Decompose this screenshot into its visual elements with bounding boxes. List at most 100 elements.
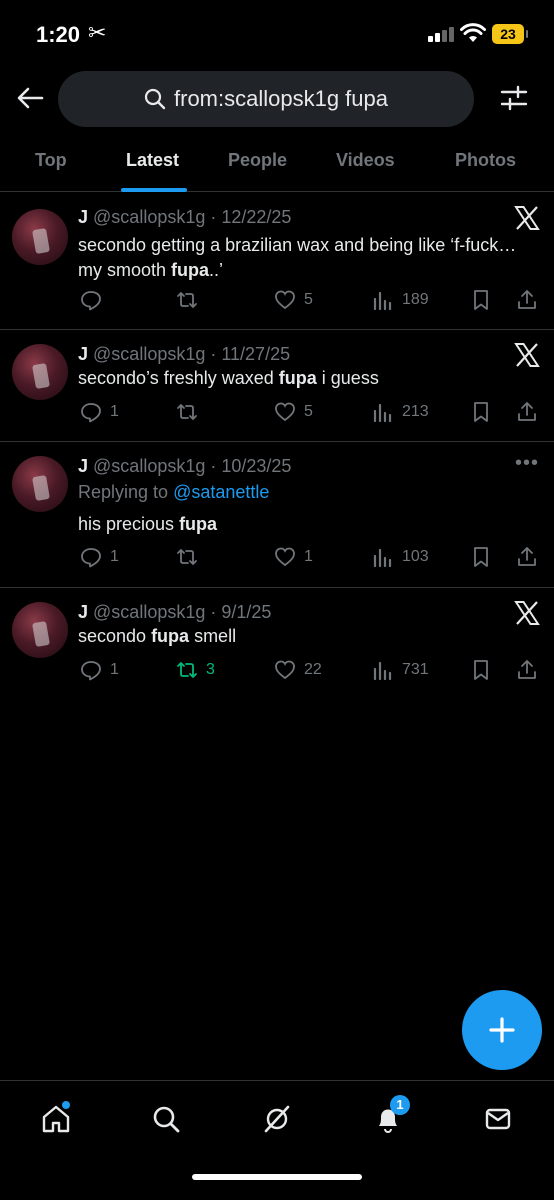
retweet-button[interactable] xyxy=(176,398,206,426)
search-input[interactable]: from:scallopsk1g fupa xyxy=(58,71,474,127)
plus-icon xyxy=(489,1017,515,1043)
share-button[interactable] xyxy=(516,656,538,684)
like-button[interactable]: 5 xyxy=(274,286,313,314)
tweet-actions: 1 3 22 731 xyxy=(0,656,554,684)
notification-badge: 1 xyxy=(390,1095,410,1115)
tweet[interactable]: J @scallopsk1g · 12/22/25 secondo gettin… xyxy=(0,193,554,330)
share-button[interactable] xyxy=(516,543,538,571)
author-name[interactable]: J xyxy=(78,207,88,227)
retweet-icon xyxy=(177,404,197,420)
tweet-date[interactable]: 11/27/25 xyxy=(221,344,290,364)
x-logo-icon[interactable] xyxy=(514,342,540,368)
author-handle[interactable]: @scallopsk1g xyxy=(93,344,205,364)
reply-icon xyxy=(81,548,101,568)
reply-mention-link[interactable]: @satanettle xyxy=(173,482,269,502)
reply-button[interactable]: 1 xyxy=(80,398,119,426)
retweet-icon xyxy=(177,292,197,308)
replying-to: Replying to @satanettle xyxy=(78,482,270,502)
x-logo-icon[interactable] xyxy=(514,600,540,626)
bookmark-icon xyxy=(474,402,488,422)
like-button[interactable]: 5 xyxy=(274,398,313,426)
reply-button[interactable] xyxy=(80,286,110,314)
share-button[interactable] xyxy=(516,286,538,314)
retweet-button[interactable] xyxy=(176,543,206,571)
author-handle[interactable]: @scallopsk1g xyxy=(93,207,205,227)
views-button[interactable]: 189 xyxy=(372,286,429,314)
author-handle[interactable]: @scallopsk1g xyxy=(93,602,205,622)
share-icon xyxy=(518,547,536,566)
views-chart-icon xyxy=(373,403,392,423)
retweet-icon xyxy=(177,549,197,565)
tweet[interactable]: J @scallopsk1g · 9/1/25 secondo fupa sme… xyxy=(0,588,554,694)
grok-icon xyxy=(264,1105,290,1133)
share-button[interactable] xyxy=(516,398,538,426)
tweet-header: J @scallopsk1g · 9/1/25 xyxy=(78,602,272,622)
tweet-actions: 1 1 103 xyxy=(0,543,554,571)
tweet-date[interactable]: 12/22/25 xyxy=(221,207,291,227)
tab-videos[interactable]: Videos xyxy=(336,150,395,171)
status-bar: 1:20 ✂ 23 xyxy=(0,0,554,64)
retweet-button[interactable] xyxy=(176,286,206,314)
tweet-header: J @scallopsk1g · 11/27/25 xyxy=(78,344,291,364)
battery-icon: 23 xyxy=(492,24,528,44)
more-options-icon[interactable]: ••• xyxy=(515,452,539,475)
tab-people[interactable]: People xyxy=(228,150,287,171)
author-name[interactable]: J xyxy=(78,344,88,364)
tab-top[interactable]: Top xyxy=(35,150,67,171)
status-time: 1:20 xyxy=(36,22,81,47)
wifi-icon xyxy=(460,23,486,42)
bookmark-button[interactable] xyxy=(470,398,492,426)
sliders-icon xyxy=(500,85,528,111)
like-button[interactable]: 1 xyxy=(274,543,313,571)
views-chart-icon xyxy=(373,548,392,568)
retweet-icon xyxy=(177,662,197,678)
compose-post-button[interactable] xyxy=(462,990,542,1070)
view-count: 731 xyxy=(402,661,429,678)
views-button[interactable]: 103 xyxy=(372,543,429,571)
tab-photos[interactable]: Photos xyxy=(455,150,516,171)
avatar[interactable] xyxy=(12,209,68,265)
retweet-count: 3 xyxy=(206,661,215,678)
bookmark-button[interactable] xyxy=(470,286,492,314)
tweet-date[interactable]: 9/1/25 xyxy=(221,602,271,622)
reply-button[interactable]: 1 xyxy=(80,656,119,684)
x-logo-icon[interactable] xyxy=(514,205,540,231)
tweet-text: his precious fupa xyxy=(78,514,218,534)
avatar[interactable] xyxy=(12,456,68,512)
back-arrow-icon xyxy=(17,87,44,109)
bookmark-icon xyxy=(474,547,488,567)
reply-count: 1 xyxy=(110,548,119,565)
bottom-nav: 1 xyxy=(0,1080,554,1200)
reply-icon xyxy=(81,661,101,681)
views-button[interactable]: 213 xyxy=(372,398,429,426)
nav-home[interactable] xyxy=(36,1099,76,1139)
search-query: from:scallopsk1g fupa xyxy=(174,86,388,111)
bookmark-icon xyxy=(474,660,488,680)
author-handle[interactable]: @scallopsk1g xyxy=(93,456,205,476)
nav-messages[interactable] xyxy=(478,1099,518,1139)
views-button[interactable]: 731 xyxy=(372,656,429,684)
mail-icon xyxy=(485,1108,511,1130)
tweet[interactable]: J @scallopsk1g · 11/27/25 secondo’s fres… xyxy=(0,330,554,442)
tab-latest[interactable]: Latest xyxy=(126,150,179,171)
heart-icon xyxy=(275,660,295,680)
avatar[interactable] xyxy=(12,344,68,400)
retweet-button[interactable]: 3 xyxy=(176,656,215,684)
avatar[interactable] xyxy=(12,602,68,658)
nav-grok[interactable] xyxy=(257,1099,297,1139)
author-name[interactable]: J xyxy=(78,602,88,622)
like-button[interactable]: 22 xyxy=(274,656,322,684)
nav-notifications[interactable]: 1 xyxy=(368,1095,410,1139)
reply-button[interactable]: 1 xyxy=(80,543,119,571)
back-button[interactable] xyxy=(10,78,50,118)
bookmark-button[interactable] xyxy=(470,656,492,684)
tweet[interactable]: J @scallopsk1g · 10/23/25 ••• Replying t… xyxy=(0,442,554,588)
nav-search[interactable] xyxy=(146,1099,186,1139)
like-count: 22 xyxy=(304,661,322,678)
author-name[interactable]: J xyxy=(78,456,88,476)
bookmark-button[interactable] xyxy=(470,543,492,571)
search-filter-button[interactable] xyxy=(494,78,534,118)
cellular-signal-icon xyxy=(428,26,456,42)
search-tabs: Top Latest People Videos Photos xyxy=(0,134,554,192)
tweet-date[interactable]: 10/23/25 xyxy=(221,456,291,476)
